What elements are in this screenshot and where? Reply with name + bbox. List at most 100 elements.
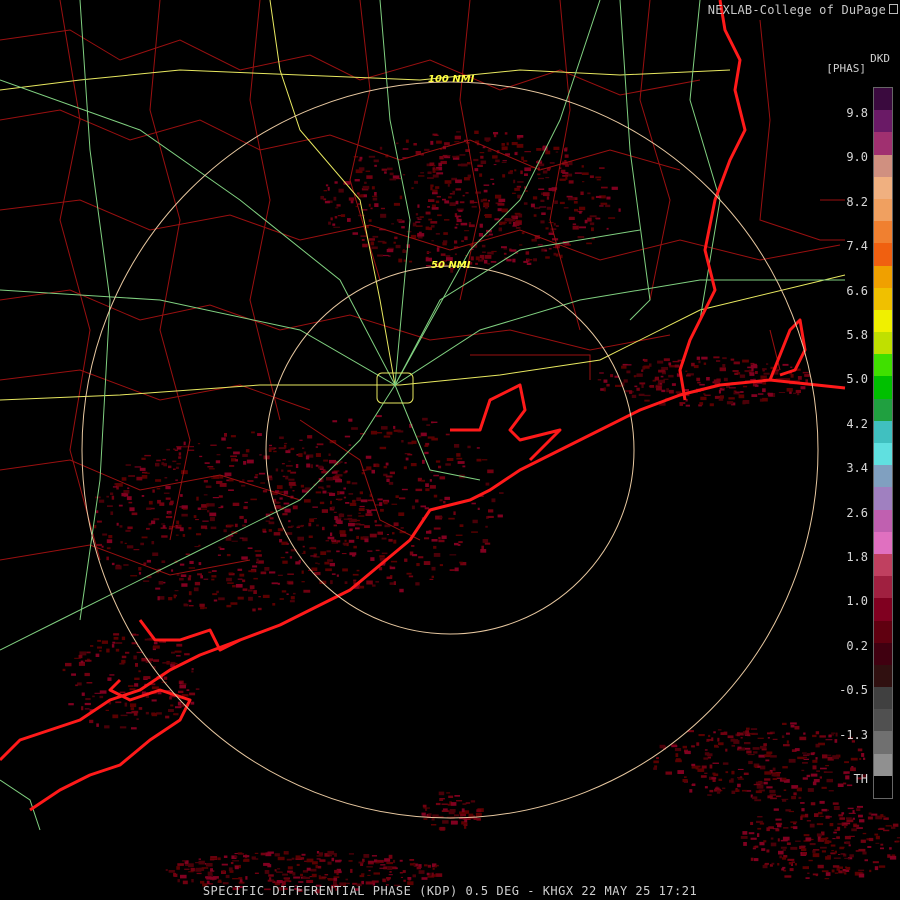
radar-return-pixel: [422, 459, 425, 464]
radar-return-pixel: [800, 802, 805, 804]
radar-return-pixel: [579, 206, 586, 211]
radar-return-pixel: [772, 738, 778, 740]
radar-return-pixel: [815, 731, 820, 735]
radar-return-pixel: [133, 549, 140, 551]
radar-return-pixel: [848, 844, 851, 847]
radar-return-pixel: [426, 530, 432, 534]
radar-return-pixel: [668, 362, 672, 366]
radar-return-pixel: [388, 874, 393, 876]
radar-return-pixel: [743, 385, 748, 388]
radar-return-pixel: [525, 251, 530, 255]
radar-return-pixel: [825, 816, 832, 818]
radar-return-pixel: [482, 539, 489, 543]
radar-return-pixel: [317, 465, 323, 469]
radar-return-pixel: [844, 857, 850, 859]
radar-return-pixel: [190, 867, 195, 872]
radar-return-pixel: [475, 191, 481, 194]
radar-return-pixel: [832, 838, 836, 840]
radar-return-pixel: [444, 496, 450, 500]
radar-return-pixel: [151, 541, 155, 545]
radar-return-pixel: [300, 873, 303, 877]
color-scale-segment: [874, 132, 892, 155]
radar-return-pixel: [285, 551, 289, 554]
radar-return-pixel: [682, 779, 688, 783]
radar-return-pixel: [257, 607, 262, 611]
radar-return-pixel: [351, 482, 358, 485]
radar-return-pixel: [717, 737, 720, 742]
radar-return-pixel: [722, 364, 726, 368]
radar-return-pixel: [825, 872, 831, 876]
radar-return-pixel: [388, 854, 393, 859]
radar-return-pixel: [778, 392, 786, 393]
radar-return-pixel: [426, 251, 432, 253]
radar-return-pixel: [375, 862, 380, 864]
radar-return-pixel: [322, 490, 327, 494]
radar-return-pixel: [657, 360, 664, 364]
radar-return-pixel: [832, 755, 839, 760]
radar-return-pixel: [446, 458, 454, 461]
radar-return-pixel: [816, 833, 822, 837]
radar-return-pixel: [880, 843, 884, 846]
radar-return-pixel: [485, 140, 490, 142]
radar-return-pixel: [462, 194, 465, 197]
radar-return-pixel: [833, 831, 837, 834]
radar-return-pixel: [476, 447, 480, 449]
radar-return-pixel: [369, 533, 377, 538]
radar-return-pixel: [533, 239, 537, 242]
radar-return-pixel: [783, 744, 790, 747]
color-scale-segment: [874, 642, 892, 665]
color-scale-segment: [874, 487, 892, 510]
radar-return-pixel: [847, 807, 854, 810]
radar-return-pixel: [176, 520, 180, 525]
radar-return-pixel: [795, 389, 801, 393]
radar-return-pixel: [414, 180, 418, 184]
radar-return-pixel: [126, 712, 133, 714]
radar-return-pixel: [515, 227, 521, 229]
radar-return-pixel: [306, 463, 311, 468]
radar-return-pixel: [315, 453, 321, 457]
radar-return-pixel: [751, 394, 758, 397]
radar-return-pixel: [577, 236, 585, 239]
radar-return-pixel: [165, 485, 171, 490]
radar-return-pixel: [183, 441, 186, 446]
radar-return-pixel: [288, 520, 291, 523]
radar-return-pixel: [883, 817, 889, 820]
radar-return-pixel: [420, 432, 427, 437]
radar-return-pixel: [187, 577, 191, 581]
radar-return-pixel: [569, 216, 573, 219]
radar-return-pixel: [130, 575, 138, 577]
radar-return-pixel: [659, 744, 666, 749]
radar-return-pixel: [838, 814, 844, 817]
radar-return-pixel: [383, 501, 388, 505]
radar-return-pixel: [79, 651, 87, 656]
radar-return-pixel: [395, 244, 401, 249]
radar-return-pixel: [766, 363, 769, 365]
radar-return-pixel: [365, 468, 369, 471]
radar-return-pixel: [336, 204, 341, 207]
radar-return-pixel: [424, 148, 430, 151]
radar-return-pixel: [456, 218, 462, 223]
radar-return-pixel: [879, 827, 885, 830]
color-scale-segment: [874, 531, 892, 554]
radar-return-pixel: [751, 796, 758, 800]
radar-return-pixel: [94, 692, 101, 694]
radar-return-pixel: [782, 799, 787, 802]
radar-return-pixel: [412, 554, 418, 557]
radar-return-pixel: [336, 540, 341, 543]
radar-return-pixel: [152, 552, 159, 556]
radar-return-pixel: [484, 137, 491, 141]
radar-return-pixel: [200, 508, 207, 510]
radar-return-pixel: [415, 225, 423, 227]
radar-return-pixel: [455, 200, 459, 205]
radar-return-pixel: [599, 372, 604, 374]
radar-return-pixel: [265, 520, 271, 522]
radar-return-pixel: [179, 577, 184, 581]
radar-return-pixel: [656, 757, 659, 760]
radar-return-pixel: [393, 241, 396, 244]
radar-return-pixel: [711, 777, 717, 780]
radar-return-pixel: [262, 594, 270, 598]
radar-return-pixel: [301, 570, 304, 574]
radar-return-pixel: [455, 223, 459, 226]
radar-return-pixel: [812, 873, 819, 876]
radar-return-pixel: [389, 172, 394, 176]
